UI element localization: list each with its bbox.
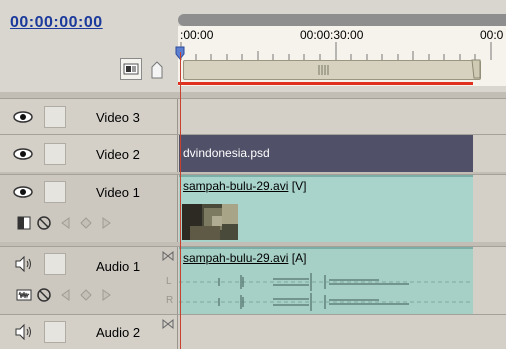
sync-lock-icon[interactable]: [162, 319, 174, 329]
track-name: Audio 1: [96, 259, 141, 274]
track-content[interactable]: sampah-bulu-29.avi [V]: [179, 175, 506, 242]
current-timecode[interactable]: 00:00:00:00: [10, 14, 103, 32]
waveform-icon[interactable]: [16, 287, 32, 303]
speaker-icon: [15, 323, 31, 341]
clip-label: dvindonesia.psd: [183, 146, 270, 160]
timeline-header: 00:00:00:00: [0, 0, 178, 92]
playhead-line[interactable]: [180, 52, 181, 349]
video-clip[interactable]: dvindonesia.psd: [179, 135, 473, 172]
work-area-grip-icon[interactable]: [316, 64, 332, 76]
track-video-1: Video 1 sampah-bulu-29.avi [V]: [0, 174, 506, 242]
track-content[interactable]: [179, 99, 506, 134]
track-audio-1: Audio 1 L R sampah-bulu-29.avi [A]: [0, 246, 506, 314]
snap-icon: [123, 63, 139, 75]
work-area-bar[interactable]: [183, 60, 481, 80]
add-keyframe-icon[interactable]: [78, 287, 94, 303]
track-header: Audio 2: [0, 315, 178, 349]
track-lock-toggle[interactable]: [44, 106, 66, 128]
sync-lock-icon[interactable]: [162, 251, 174, 261]
toggle-output-button[interactable]: [10, 143, 38, 165]
track-name: Video 1: [96, 185, 140, 200]
track-content[interactable]: sampah-bulu-29.avi [A]: [179, 247, 506, 314]
audio-clip[interactable]: sampah-bulu-29.avi [A]: [179, 247, 473, 314]
work-area-end-handle[interactable]: [470, 58, 484, 82]
video-clip[interactable]: sampah-bulu-29.avi [V]: [179, 175, 473, 242]
track-name: Video 3: [96, 110, 140, 125]
toggle-track-output-button[interactable]: [10, 321, 38, 343]
next-keyframe-icon[interactable]: [98, 287, 114, 303]
track-header: Video 1: [0, 175, 178, 242]
toggle-output-button[interactable]: [10, 181, 38, 203]
track-header: Video 3: [0, 99, 178, 134]
track-lock-toggle[interactable]: [44, 181, 66, 203]
snap-button[interactable]: [120, 58, 142, 80]
audio-waveform: [179, 273, 473, 311]
track-lock-toggle[interactable]: [44, 143, 66, 165]
clip-label: sampah-bulu-29.avi [V]: [183, 179, 306, 193]
clip-suffix: [V]: [288, 179, 307, 193]
track-video-3: Video 3: [0, 98, 506, 134]
clip-thumbnail: [182, 204, 238, 240]
prev-keyframe-icon[interactable]: [58, 287, 74, 303]
marker-icon: [151, 61, 163, 79]
clip-name: sampah-bulu-29.avi: [183, 251, 289, 265]
speaker-icon: [15, 255, 31, 273]
next-keyframe-icon[interactable]: [98, 215, 114, 231]
toggle-track-output-button[interactable]: [10, 253, 38, 275]
eye-icon: [13, 148, 33, 160]
track-header: Audio 1 L R: [0, 247, 178, 314]
ruler-ticks: [180, 42, 492, 60]
track-content[interactable]: dvindonesia.psd: [179, 135, 506, 172]
track-name: Audio 2: [96, 325, 141, 340]
track-video-2: Video 2 dvindonesia.psd: [0, 134, 506, 172]
track-lock-toggle[interactable]: [44, 253, 66, 275]
clip-suffix: [A]: [288, 251, 307, 265]
add-keyframe-icon[interactable]: [78, 215, 94, 231]
render-bar: [178, 82, 473, 85]
clip-label: sampah-bulu-29.avi [A]: [183, 251, 306, 265]
clip-name: sampah-bulu-29.avi: [183, 179, 289, 193]
hide-keyframes-icon[interactable]: [36, 215, 52, 231]
set-marker-button[interactable]: [150, 60, 164, 80]
track-header: Video 2: [0, 135, 178, 172]
track-audio-2: Audio 2: [0, 314, 506, 349]
prev-keyframe-icon[interactable]: [58, 215, 74, 231]
eye-icon: [13, 186, 33, 198]
toggle-output-button[interactable]: [10, 106, 38, 128]
display-style-icon[interactable]: [16, 215, 32, 231]
hide-keyframes-icon[interactable]: [36, 287, 52, 303]
channel-left-label: L: [166, 276, 172, 287]
eye-icon: [13, 111, 33, 123]
channel-right-label: R: [166, 295, 174, 306]
track-name: Video 2: [96, 147, 140, 162]
track-lock-toggle[interactable]: [44, 321, 66, 343]
viewing-area-bar[interactable]: [178, 14, 506, 26]
track-content[interactable]: [179, 315, 506, 349]
